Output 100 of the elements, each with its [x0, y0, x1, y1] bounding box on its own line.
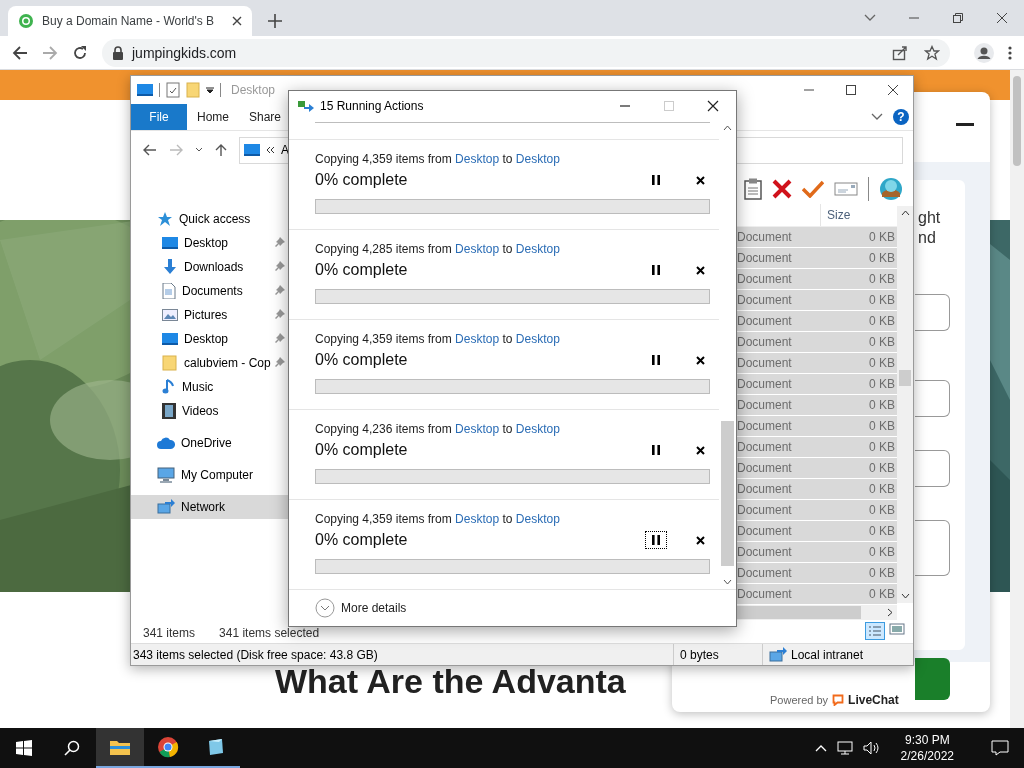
type-cell: Document [737, 335, 792, 349]
nav-item[interactable]: calubviem - Cop [131, 351, 289, 375]
nav-item[interactable]: Network [131, 495, 289, 519]
dropdown-icon[interactable] [206, 86, 214, 94]
thumbnail-view-icon[interactable] [889, 622, 905, 636]
size-text: 0 bytes [673, 644, 762, 665]
cancel-icon [695, 175, 705, 185]
tray-expand-icon[interactable] [814, 744, 827, 752]
input-field[interactable] [915, 380, 950, 417]
close-icon[interactable] [232, 16, 242, 26]
input-field[interactable] [915, 520, 950, 576]
folder-icon [162, 355, 178, 371]
cloud-icon [157, 437, 175, 449]
scrollbar[interactable] [897, 206, 913, 603]
input-field[interactable] [915, 450, 950, 487]
tab-search-icon[interactable] [864, 14, 876, 22]
destination-link[interactable]: Desktop [515, 422, 560, 436]
profile-icon[interactable] [974, 42, 994, 63]
film-icon [162, 403, 176, 419]
back-icon[interactable] [12, 44, 28, 61]
progress-text: 0% complete [315, 351, 408, 369]
delete-icon[interactable] [772, 179, 792, 199]
nav-item[interactable]: Desktop [131, 231, 289, 255]
size-cell-text: 0 KB [869, 293, 896, 307]
more-details-link[interactable]: More details [341, 601, 407, 615]
nav-item[interactable]: Downloads [131, 255, 289, 279]
pause-icon [652, 175, 660, 185]
new-tab-icon[interactable] [268, 14, 282, 28]
nav-item[interactable]: Music [131, 375, 289, 399]
app-icon[interactable] [206, 737, 226, 757]
nav-item[interactable]: Videos [131, 399, 289, 423]
nav-item[interactable]: Pictures [131, 303, 289, 327]
search-icon[interactable] [64, 740, 80, 756]
destination-link[interactable]: Desktop [515, 242, 560, 256]
help-button[interactable]: ? [893, 109, 909, 125]
address-bar[interactable]: jumpingkids.com [102, 38, 950, 67]
notification-icon[interactable] [991, 740, 1009, 756]
copy-description: Copying 4,359 items from Desktop to Desktop [315, 151, 561, 167]
menu-icon[interactable] [1008, 44, 1012, 61]
nav-item[interactable]: Quick access [131, 207, 289, 231]
pin-icon [275, 261, 285, 271]
scrollbar[interactable] [737, 605, 897, 620]
up-icon[interactable] [215, 143, 227, 157]
nav-item[interactable]: OneDrive [131, 431, 289, 455]
source-link[interactable]: Desktop [455, 422, 500, 436]
nav-item[interactable]: Desktop [131, 327, 289, 351]
ribbon-tab[interactable]: Home [187, 104, 239, 130]
back-icon[interactable] [143, 144, 157, 156]
close-icon[interactable] [887, 84, 899, 96]
size-cell-text: 0 KB [869, 356, 896, 370]
ribbon-tab[interactable]: File [131, 104, 187, 130]
scroll-up-icon [900, 210, 910, 216]
destination-link[interactable]: Desktop [515, 152, 560, 166]
type-cell: Document [737, 587, 792, 601]
close-icon[interactable] [996, 12, 1008, 24]
download-arrow-icon [162, 259, 178, 275]
pause-button[interactable] [645, 531, 667, 549]
reload-icon[interactable] [72, 44, 88, 61]
scrollbar-thumb[interactable] [721, 421, 734, 566]
star-icon[interactable] [924, 44, 940, 61]
pause-icon [652, 355, 660, 365]
scrollbar[interactable] [1010, 70, 1024, 728]
selection-count: 341 items selected [219, 626, 320, 640]
item-count: 341 items [143, 626, 196, 640]
type-cell: Document [737, 251, 792, 265]
windows-logo-icon[interactable] [16, 740, 32, 756]
close-icon[interactable] [707, 100, 719, 112]
nav-item[interactable]: Documents [131, 279, 289, 303]
restore-icon[interactable] [952, 12, 964, 24]
maximize-icon[interactable] [845, 84, 857, 96]
browser-tab[interactable]: Buy a Domain Name - World's B [8, 6, 252, 36]
scrollbar-thumb[interactable] [899, 370, 911, 386]
recent-icon[interactable] [195, 147, 203, 153]
ribbon-tab[interactable]: Share [239, 104, 292, 130]
properties-icon[interactable] [166, 82, 180, 98]
pin-icon [275, 333, 285, 343]
clipboard-icon[interactable] [744, 178, 762, 200]
source-link[interactable]: Desktop [455, 242, 500, 256]
destination-link[interactable]: Desktop [515, 332, 560, 346]
source-link[interactable]: Desktop [455, 332, 500, 346]
dialog-title: 15 Running Actions [320, 99, 424, 113]
volume-icon[interactable] [862, 741, 879, 755]
share-icon[interactable] [892, 44, 908, 61]
cancel-icon [695, 355, 705, 365]
clock[interactable]: 9:30 PM 2/26/2022 [900, 732, 954, 764]
page-heading: What Are the Advanta [275, 662, 626, 701]
checkmark-icon[interactable] [802, 180, 824, 198]
destination-link[interactable]: Desktop [515, 512, 560, 526]
source-link[interactable]: Desktop [455, 152, 500, 166]
folder-icon[interactable] [109, 738, 131, 756]
scroll-down-icon [900, 593, 910, 599]
expand-circle-icon[interactable] [315, 598, 335, 618]
nav-item[interactable]: My Computer [131, 463, 289, 487]
input-field[interactable] [915, 294, 950, 331]
source-link[interactable]: Desktop [455, 512, 500, 526]
type-cell: Document [737, 377, 792, 391]
network-icon[interactable] [836, 741, 853, 755]
browser-icon[interactable] [157, 736, 179, 758]
site-icon [18, 13, 34, 29]
globe-icon[interactable] [879, 177, 903, 201]
